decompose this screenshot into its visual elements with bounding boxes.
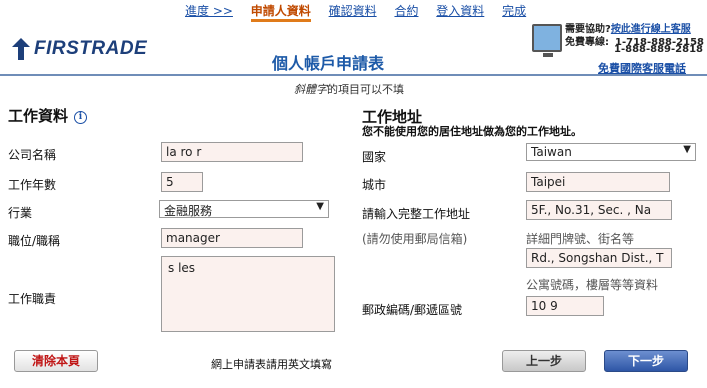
hotline-2: 1-888-889-2818 [614, 44, 703, 55]
dropdown-arrow-icon: ▼ [316, 201, 324, 212]
next-step-button[interactable]: 下一步 [604, 350, 688, 372]
logo-text: FIRSTRADE [34, 38, 148, 59]
work-info-title: 工作資料 i [8, 105, 88, 126]
company-label: 公司名稱 [8, 148, 57, 162]
address-hint: (請勿使用郵局信箱) [362, 232, 468, 246]
computer-monitor-icon [532, 24, 562, 57]
city-input[interactable]: Taipei [526, 172, 670, 192]
country-select[interactable]: Taiwan ▼ [526, 143, 696, 161]
country-label: 國家 [362, 150, 387, 164]
address-line2-input[interactable]: Rd., Songshan Dist., T [526, 248, 672, 268]
address-line1-input[interactable]: 5F., No.31, Sec. , Na [526, 200, 672, 220]
step-confirm[interactable]: 確認資料 [329, 4, 377, 18]
step-contract[interactable]: 合約 [394, 4, 418, 18]
company-input[interactable]: la ro r [161, 142, 303, 162]
address-label: 請輸入完整工作地址 [362, 207, 471, 221]
firstrade-logo: FIRSTRADE [12, 38, 147, 60]
page-title: 個人帳戶申請表 [272, 54, 385, 73]
clear-page-button[interactable]: 清除本頁 [14, 350, 98, 372]
step-applicant[interactable]: 申請人資料 [250, 4, 311, 22]
position-input[interactable]: manager [161, 228, 303, 248]
years-label: 工作年數 [8, 178, 57, 192]
city-label: 城市 [362, 178, 387, 192]
step-login[interactable]: 登入資料 [436, 4, 484, 18]
years-input[interactable]: 5 [161, 172, 203, 192]
work-address-subtitle: 您不能使用您的居住地址做為您的工作地址。 [362, 125, 582, 138]
address-line1-hint: 詳細門牌號、街名等 [526, 232, 635, 246]
dropdown-arrow-icon: ▼ [683, 144, 691, 155]
info-icon[interactable]: i [74, 111, 88, 124]
duties-textarea[interactable]: s les [161, 256, 335, 332]
duties-label: 工作職責 [8, 292, 57, 306]
logo-arrow-icon [12, 38, 30, 60]
step-progress[interactable]: 進度 >> [185, 4, 233, 18]
header-divider [0, 74, 707, 76]
position-label: 職位/職稱 [8, 234, 61, 248]
industry-label: 行業 [8, 206, 33, 220]
address-line2-hint: 公寓號碼，樓層等等資料 [526, 278, 659, 292]
step-done[interactable]: 完成 [502, 4, 526, 18]
postal-input[interactable]: 10 9 [526, 296, 604, 316]
postal-label: 郵政編碼/郵遞區號 [362, 303, 463, 317]
optional-fields-note: 斜體字的項目可以不填 [294, 83, 404, 96]
industry-select[interactable]: 金融服務 ▼ [159, 200, 329, 218]
english-only-note: 網上申請表請用英文填寫 [211, 358, 332, 371]
previous-step-button[interactable]: 上一步 [502, 350, 586, 372]
progress-steps: 進度 >> 申請人資料 確認資料 合約 登入資料 完成 [185, 2, 540, 22]
